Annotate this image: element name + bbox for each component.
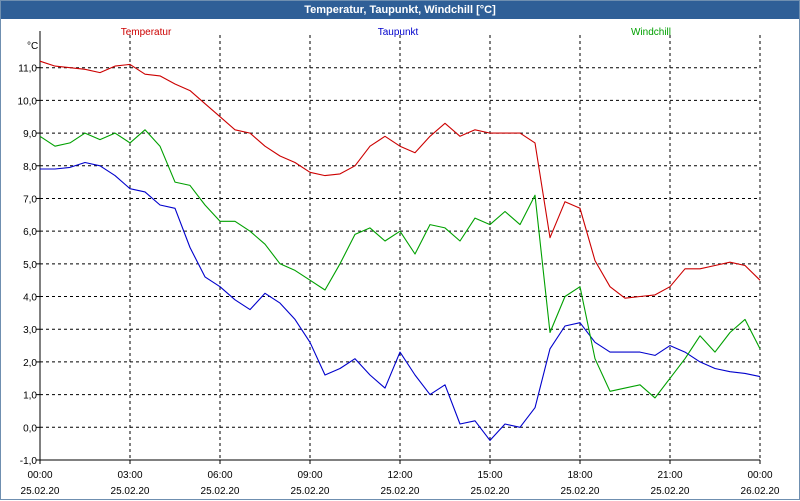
y-tick-label: 6,0: [23, 227, 37, 238]
x-tick-date-label: 26.02.20: [741, 486, 780, 497]
x-tick-time-label: 00:00: [747, 470, 772, 481]
x-tick-time-label: 21:00: [657, 470, 682, 481]
y-tick-label: 10,0: [18, 96, 38, 107]
y-tick-label: 2,0: [23, 358, 37, 369]
y-tick-label: 0,0: [23, 423, 37, 434]
y-tick-label: 3,0: [23, 325, 37, 336]
y-tick-label: 7,0: [23, 194, 37, 205]
x-tick-date-label: 25.02.20: [651, 486, 690, 497]
x-tick-date-label: 25.02.20: [21, 486, 60, 497]
legend-entry-temperatur: Temperatur: [121, 27, 172, 38]
x-tick-time-label: 18:00: [567, 470, 592, 481]
x-tick-date-label: 25.02.20: [561, 486, 600, 497]
x-tick-time-label: 06:00: [207, 470, 232, 481]
grid-lines: [40, 35, 761, 460]
x-tick-time-label: 15:00: [477, 470, 502, 481]
y-tick-label: 8,0: [23, 162, 37, 173]
chart-window: Temperatur, Taupunkt, Windchill [°C] -1,…: [0, 0, 800, 500]
x-tick-time-label: 12:00: [387, 470, 412, 481]
x-tick-time-label: 00:00: [27, 470, 52, 481]
x-tick-time-label: 03:00: [117, 470, 142, 481]
y-tick-label: 9,0: [23, 129, 37, 140]
y-tick-label: 4,0: [23, 293, 37, 304]
y-tick-label: 5,0: [23, 260, 37, 271]
y-axis-unit-label: °C: [27, 41, 38, 52]
x-tick-labels: 00:00 25.02.20 03:00 25.02.20 06:00 25.02.20 0…: [21, 470, 780, 497]
legend-entry-windchill: Windchill: [631, 27, 671, 38]
x-tick-date-label: 25.02.20: [291, 486, 330, 497]
legend-entry-taupunkt: Taupunkt: [378, 27, 419, 38]
x-tick-time-label: 09:00: [297, 470, 322, 481]
legend: Temperatur Taupunkt Windchill: [121, 27, 671, 38]
y-tick-label: 11,0: [18, 64, 37, 75]
axes: [36, 31, 761, 464]
x-tick-date-label: 25.02.20: [471, 486, 510, 497]
x-tick-date-label: 25.02.20: [381, 486, 420, 497]
y-tick-labels: -1,0 0,0 1,0 2,0 3,0 4,0 5,0 6,0 7,0 8,0 9,0 10,0 11…: [18, 64, 38, 467]
x-tick-date-label: 25.02.20: [201, 486, 240, 497]
y-tick-label: -1,0: [20, 456, 38, 467]
y-tick-label: 1,0: [23, 391, 37, 402]
x-tick-date-label: 25.02.20: [111, 486, 150, 497]
chart-canvas: -1,0 0,0 1,0 2,0 3,0 4,0 5,0 6,0 7,0 8,0 9,0 10,0 11…: [18, 27, 780, 497]
